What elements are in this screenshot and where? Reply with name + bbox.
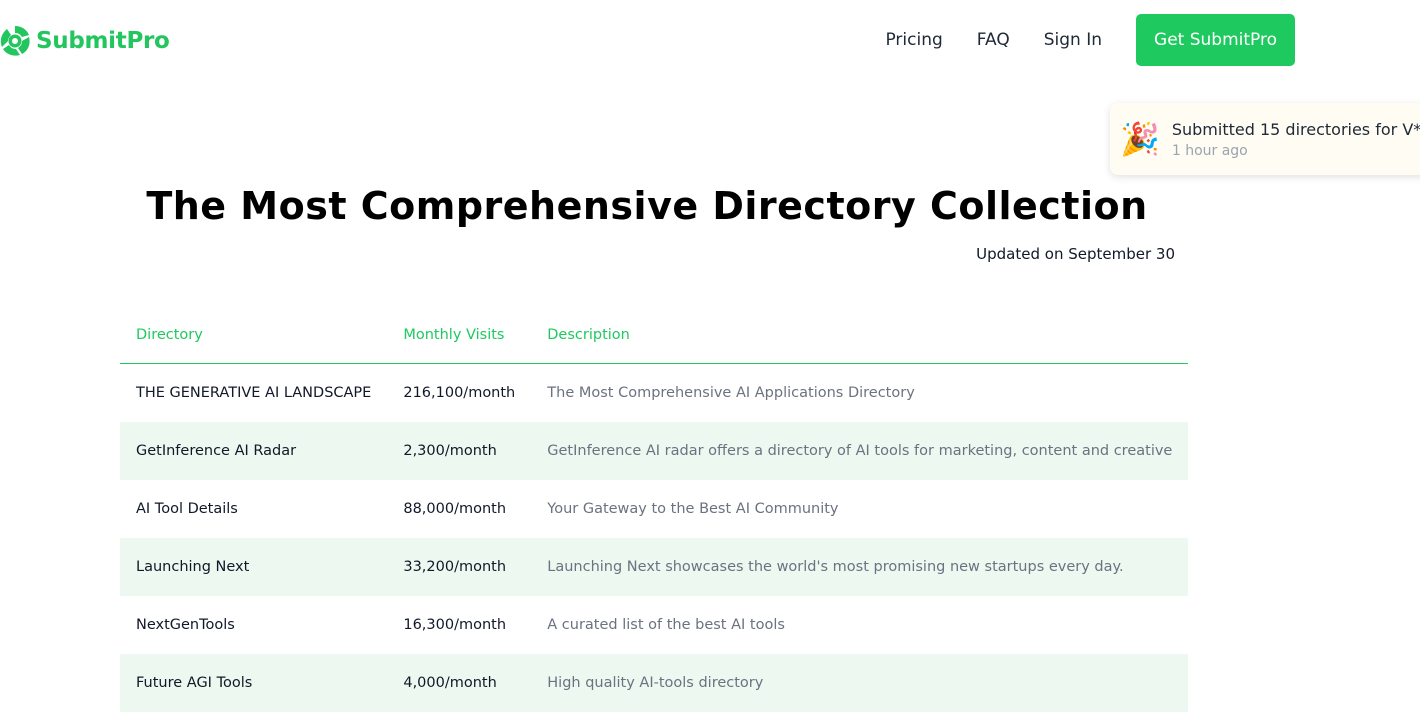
directory-name: Launching Next	[120, 538, 388, 596]
notification-toast: 🎉 Submitted 15 directories for V**! 1 ho…	[1110, 103, 1420, 175]
table-header-row: Directory Monthly Visits Description	[120, 307, 1189, 364]
submitpro-logo-icon	[0, 26, 30, 56]
column-header-directory: Directory	[120, 307, 388, 364]
toast-time: 1 hour ago	[1171, 142, 1248, 159]
description: Your Gateway to the Best AI Community	[547, 501, 839, 517]
directory-name: THE GENERATIVE AI LANDSCAPE	[136, 385, 372, 401]
table-row[interactable]: THE GENERATIVE AI LANDSCAPE 216,100/mont…	[120, 364, 1188, 423]
description: High quality AI-tools directory	[531, 654, 1189, 712]
description: A curated list of the best AI tools	[547, 617, 785, 633]
description: Launching Next showcases the world's mos…	[531, 538, 1189, 596]
table-row[interactable]: NextGenTools 16,300/month A curated list…	[120, 596, 1188, 654]
nav-pricing[interactable]: Pricing	[885, 30, 942, 50]
directory-table: Directory Monthly Visits Description THE…	[120, 307, 1189, 712]
monthly-visits: 16,300/month	[403, 617, 507, 633]
page: SubmitPro Pricing FAQ Sign In Get Submit…	[0, 0, 1420, 727]
table-row[interactable]: Launching Next 33,200/month Launching Ne…	[120, 538, 1189, 596]
logo-text: SubmitPro	[36, 28, 170, 54]
directory-name: Future AGI Tools	[120, 654, 388, 712]
monthly-visits: 2,300/month	[387, 422, 532, 480]
get-submitpro-button[interactable]: Get SubmitPro	[1136, 14, 1295, 66]
page-title: The Most Comprehensive Directory Collect…	[146, 184, 1148, 228]
column-header-description: Description	[531, 307, 1189, 364]
directory-name: GetInference AI Radar	[120, 422, 388, 480]
table-row[interactable]: GetInference AI Radar 2,300/month GetInf…	[120, 422, 1189, 480]
toast-title: Submitted 15 directories for V**!	[1171, 119, 1420, 139]
table-row[interactable]: Future AGI Tools 4,000/month High qualit…	[120, 654, 1189, 712]
updated-date: Updated on September 30	[976, 245, 1175, 263]
table-row[interactable]: AI Tool Details 88,000/month Your Gatewa…	[120, 480, 1188, 538]
description: The Most Comprehensive AI Applications D…	[547, 385, 915, 401]
top-nav: Pricing FAQ Sign In Get SubmitPro	[885, 14, 1295, 66]
monthly-visits: 33,200/month	[387, 538, 532, 596]
directory-name: AI Tool Details	[136, 501, 238, 517]
nav-faq[interactable]: FAQ	[977, 30, 1010, 50]
description: GetInference AI radar offers a directory…	[531, 422, 1189, 480]
monthly-visits: 216,100/month	[403, 385, 516, 401]
party-popper-icon: 🎉	[1120, 121, 1160, 157]
monthly-visits: 88,000/month	[403, 501, 507, 517]
nav-sign-in[interactable]: Sign In	[1044, 30, 1102, 50]
logo[interactable]: SubmitPro	[0, 24, 170, 58]
toast-content: Submitted 15 directories for V**! 1 hour…	[1172, 120, 1420, 159]
monthly-visits: 4,000/month	[387, 654, 532, 712]
directory-name: NextGenTools	[136, 617, 235, 633]
column-header-monthly-visits: Monthly Visits	[387, 307, 532, 364]
